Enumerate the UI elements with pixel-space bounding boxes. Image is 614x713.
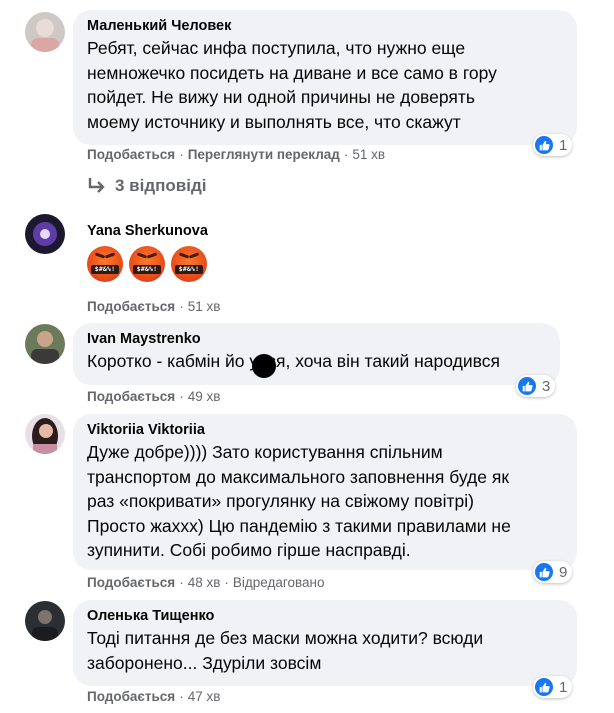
emoji-row: $#&%! $#&%! $#&%! [87, 246, 213, 282]
redaction-dot [252, 354, 276, 378]
separator: · [224, 575, 229, 590]
timestamp[interactable]: 48 хв [188, 575, 221, 590]
text-line: раз «покривати» прогулянку на свіжому по… [87, 491, 474, 511]
timestamp[interactable]: 51 хв [188, 299, 221, 314]
angry-emoji-icon: $#&%! [129, 246, 165, 282]
comment-bubble: Оленька Тищенко Тоді питання де без маск… [73, 600, 577, 686]
separator: · [179, 689, 184, 704]
comment-actions: Подобається · 47 хв [87, 688, 220, 706]
timestamp[interactable]: 51 хв [352, 147, 385, 162]
comment-author[interactable]: Viktoriia Viktoriia [87, 421, 563, 440]
reaction-count[interactable]: 1 [533, 134, 573, 156]
avatar[interactable] [25, 214, 65, 254]
comment-author[interactable]: Ivan Maystrenko [87, 330, 546, 349]
comment-bubble: Ivan Maystrenko Коротко - кабмін йо увся… [73, 323, 560, 385]
avatar[interactable] [25, 12, 65, 52]
text-line: зупинити. Собі робимо гірше насправді. [87, 540, 411, 560]
comment-bubble: Маленький Человек Ребят, сейчас инфа пос… [73, 10, 577, 145]
reaction-count[interactable]: 9 [533, 561, 573, 583]
like-icon [535, 678, 553, 696]
comment-actions: Подобається · Переглянути переклад · 51 хв [87, 146, 385, 164]
comment-author[interactable]: Оленька Тищенко [87, 607, 563, 626]
translate-button[interactable]: Переглянути переклад [188, 147, 340, 162]
comment-text: Коротко - кабмін йо увся, хоча він такий… [87, 351, 500, 371]
avatar[interactable] [25, 414, 65, 454]
like-button[interactable]: Подобається [87, 389, 175, 404]
reaction-number: 1 [559, 678, 568, 696]
angry-emoji-icon: $#&%! [87, 246, 123, 282]
timestamp[interactable]: 49 хв [188, 389, 221, 404]
avatar[interactable] [25, 601, 65, 641]
comment-text: Дуже добре)))) Зато користування спільни… [87, 440, 563, 563]
angry-emoji-icon: $#&%! [171, 246, 207, 282]
comment-actions: Подобається · 49 хв [87, 388, 220, 406]
separator: · [179, 147, 184, 162]
text-line: моему источнику и выполнять все, что ска… [87, 111, 461, 132]
separator: · [179, 389, 184, 404]
avatar[interactable] [25, 324, 65, 364]
replies-label: 3 відповіді [115, 176, 207, 195]
reaction-count[interactable]: 1 [533, 676, 573, 698]
text-line: Тоді питання де без маски можна ходити? … [87, 628, 484, 648]
comment-bubble: Viktoriia Viktoriia Дуже добре)))) Зато … [73, 414, 577, 570]
reaction-count[interactable]: 3 [516, 375, 556, 397]
text-line: Ребят, сейчас инфа поступила, что нужно … [87, 38, 466, 58]
reaction-number: 3 [542, 377, 551, 395]
reply-arrow-icon [88, 178, 105, 193]
reaction-number: 1 [559, 136, 568, 154]
comment-author[interactable]: Yana Sherkunova [87, 222, 208, 241]
comment-actions: Подобається · 48 хв · Відредаговано [87, 574, 325, 592]
text-line: немножечко посидеть на диване и все само… [87, 62, 497, 83]
like-icon [535, 136, 553, 154]
text-line: Просто жаххх) Цю пандемію з такими прави… [87, 515, 511, 536]
edited-label[interactable]: Відредаговано [233, 575, 325, 590]
like-icon [518, 377, 536, 395]
separator: · [343, 147, 349, 162]
view-replies-button[interactable]: 3 відповіді [87, 176, 206, 196]
text-line: транспортом до максимального заповнення … [87, 466, 509, 487]
text-line: Дуже добре)))) Зато користування спільни… [87, 442, 443, 462]
separator: · [179, 299, 184, 314]
separator: · [179, 575, 184, 590]
like-button[interactable]: Подобається [87, 575, 175, 590]
reaction-number: 9 [559, 563, 568, 581]
like-button[interactable]: Подобається [87, 299, 175, 314]
timestamp[interactable]: 47 хв [188, 689, 221, 704]
comment-actions: Подобається · 51 хв [87, 298, 220, 316]
comment-text: Тоді питання де без маски можна ходити? … [87, 626, 563, 675]
comment-text: Ребят, сейчас инфа поступила, что нужно … [87, 36, 563, 134]
like-icon [535, 563, 553, 581]
comment-author[interactable]: Маленький Человек [87, 17, 563, 36]
like-button[interactable]: Подобається [87, 689, 175, 704]
text-line: заборонено... Здуріли зовсім [87, 652, 322, 673]
like-button[interactable]: Подобається [87, 147, 175, 162]
text-line: пойдет. Не вижу ни одной причины не дове… [87, 87, 476, 107]
